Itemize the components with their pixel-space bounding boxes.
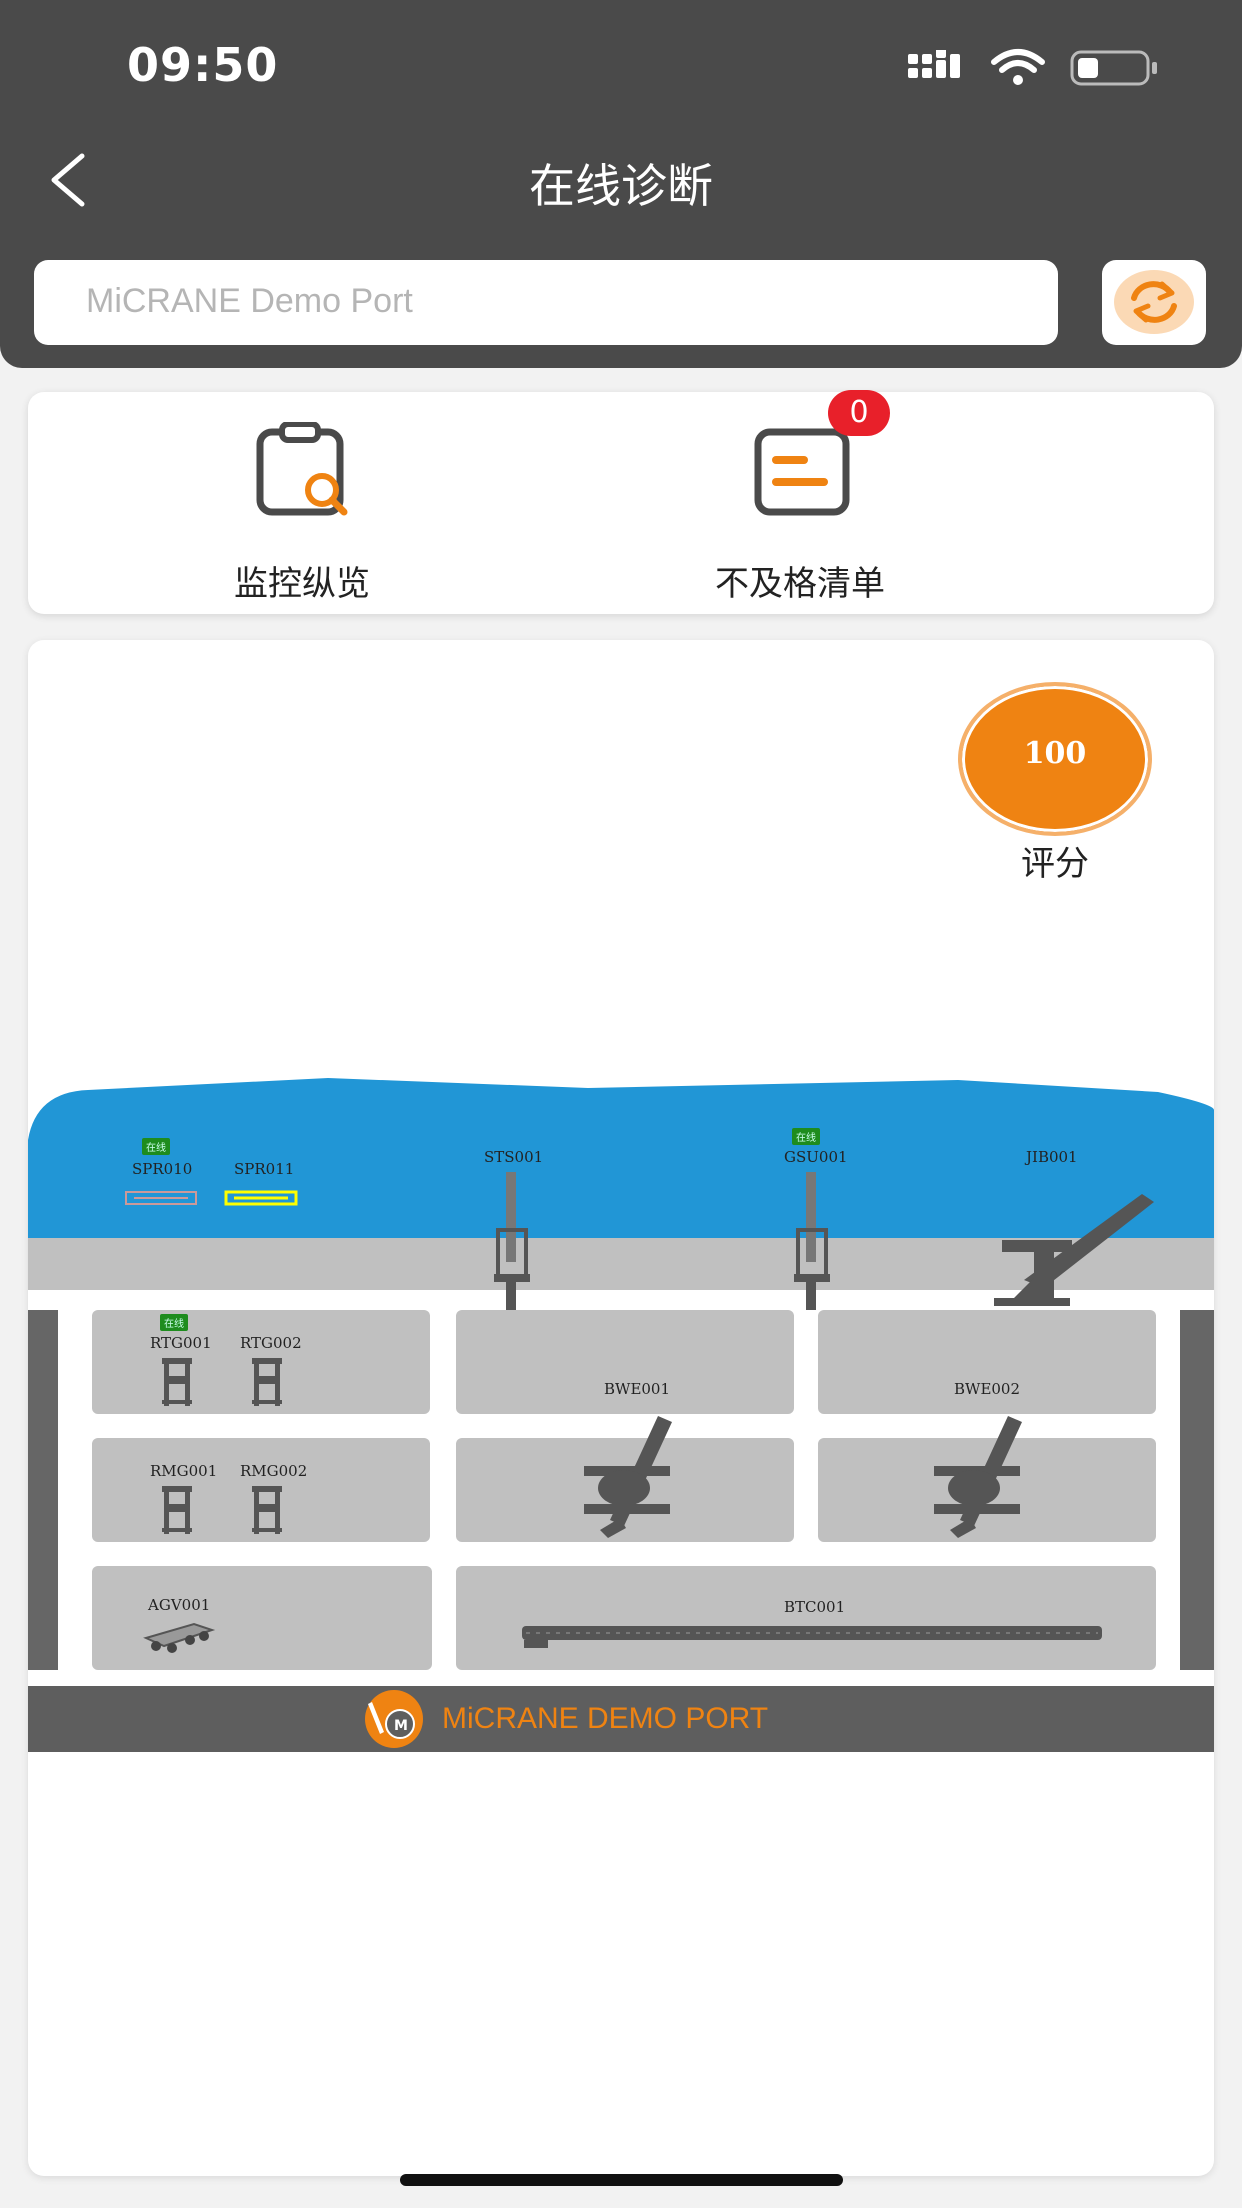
app-header: 09:50 在线诊断 MiCRANE Demo Port [0, 0, 1242, 368]
btc001-label: BTC001 [784, 1598, 846, 1616]
jib001-crane-icon[interactable] [994, 1188, 1164, 1308]
failed-list-button[interactable]: 0 不及格清单 [715, 390, 890, 604]
bwe002-excavator-icon[interactable] [930, 1408, 1030, 1544]
gsu001-crane-icon[interactable] [790, 1170, 834, 1310]
port-banner: M MiCRANE DEMO PORT [28, 1686, 1214, 1752]
cellular-signal-icon [908, 50, 960, 78]
agv001-vehicle-icon[interactable] [142, 1616, 216, 1656]
yard-bwe001 [456, 1310, 794, 1414]
bwe001-excavator-icon[interactable] [580, 1408, 680, 1544]
refresh-icon [1114, 270, 1194, 334]
search-input[interactable]: MiCRANE Demo Port [34, 260, 1058, 345]
spr010-label: SPR010 [132, 1160, 193, 1178]
monitor-overview-label: 监控纵览 [234, 564, 370, 604]
score-label: 评分 [1021, 844, 1089, 884]
search-placeholder: MiCRANE Demo Port [86, 282, 413, 320]
score-circle[interactable]: 100 [958, 682, 1152, 836]
rmg002-label: RMG002 [240, 1462, 308, 1480]
spr010-spreader-icon[interactable] [124, 1188, 198, 1208]
port-banner-text: MiCRANE DEMO PORT [442, 1702, 769, 1735]
failed-count-badge: 0 [828, 390, 890, 436]
quick-actions-card: 监控纵览 0 不及格清单 [28, 390, 1214, 614]
failed-list-label: 不及格清单 [715, 564, 885, 604]
monitor-overview-button[interactable]: 监控纵览 [222, 422, 382, 604]
status-time: 09:50 [127, 38, 279, 92]
spr011-spreader-icon[interactable] [224, 1188, 298, 1208]
battery-icon [1070, 50, 1157, 86]
rtg001-label: RTG001 [150, 1334, 212, 1352]
spr011-label: SPR011 [234, 1160, 295, 1178]
page-title: 在线诊断 [529, 159, 713, 213]
home-indicator[interactable] [400, 2174, 843, 2186]
clipboard-search-icon [256, 422, 348, 516]
rmg002-crane-icon[interactable] [250, 1484, 284, 1536]
left-wall [28, 1310, 58, 1670]
yard-bwe002 [818, 1310, 1156, 1414]
jib001-label: JIB001 [1026, 1148, 1078, 1166]
score-value: 100 [1023, 736, 1087, 771]
rtg002-label: RTG002 [240, 1334, 302, 1352]
rtg002-crane-icon[interactable] [250, 1356, 284, 1408]
rmg001-crane-icon[interactable] [160, 1484, 194, 1536]
rmg001-label: RMG001 [150, 1462, 218, 1480]
wifi-icon [991, 49, 1045, 85]
sts001-crane-icon[interactable] [490, 1170, 534, 1310]
btc001-conveyor-icon[interactable] [520, 1624, 1106, 1654]
rtg001-crane-icon[interactable] [160, 1356, 194, 1408]
bwe001-label: BWE001 [604, 1380, 671, 1398]
rtg001-online-tag: 在线 [160, 1314, 188, 1331]
refresh-button[interactable] [1102, 260, 1206, 345]
svg-text:M: M [394, 1718, 408, 1734]
spr010-online-tag: 在线 [142, 1138, 170, 1155]
gsu001-label: GSU001 [784, 1148, 848, 1166]
gsu001-online-tag: 在线 [792, 1128, 820, 1145]
sts001-label: STS001 [484, 1148, 544, 1166]
list-icon [754, 428, 850, 516]
agv001-label: AGV001 [148, 1596, 211, 1614]
port-map-card: 100 评分 在线 SPR010 SPR011 STS001 在线 GSU001… [28, 640, 1214, 2176]
yard-btc [456, 1566, 1156, 1670]
micrane-logo-icon: M [365, 1690, 423, 1748]
bwe002-label: BWE002 [954, 1380, 1021, 1398]
right-wall [1180, 1310, 1214, 1670]
